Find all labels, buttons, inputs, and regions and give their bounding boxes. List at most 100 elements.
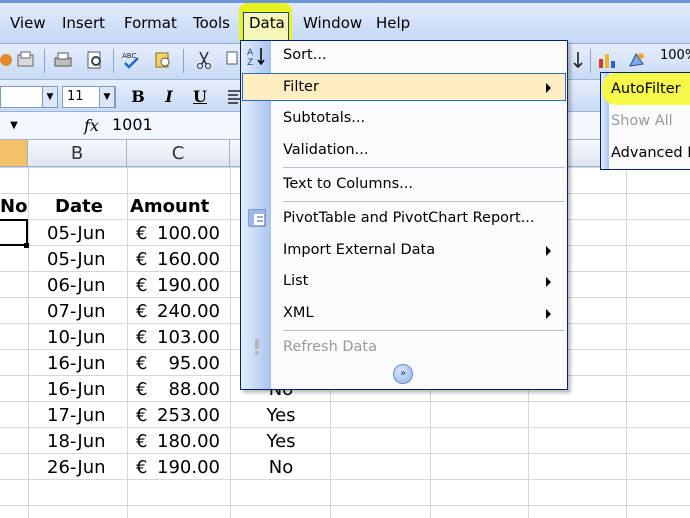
cell-amount[interactable]: 240.00: [148, 299, 220, 325]
sort-icon: AZ: [247, 48, 265, 67]
menu-separator: [283, 330, 565, 331]
submenu-item-advanced-filter[interactable]: Advanced Fi: [611, 145, 690, 161]
header-amount[interactable]: Amount: [130, 194, 209, 220]
cell-date[interactable]: 10-Jun: [47, 325, 106, 351]
spelling-icon[interactable]: ABC: [121, 50, 141, 70]
menu-item-import-external-data[interactable]: Import External Data: [283, 242, 435, 258]
cell-currency[interactable]: €: [136, 247, 147, 273]
toolbar-separator: [113, 49, 114, 73]
cell-date[interactable]: 18-Jun: [47, 429, 106, 455]
italic-button[interactable]: I: [157, 85, 181, 109]
zoom-box[interactable]: 100%: [660, 48, 690, 63]
cell-flag[interactable]: Yes: [232, 429, 330, 455]
cell-currency[interactable]: €: [136, 429, 147, 455]
menu-item-sort[interactable]: Sort...: [283, 47, 327, 63]
cell-currency[interactable]: €: [136, 403, 147, 429]
cell-amount[interactable]: 100.00: [148, 221, 220, 247]
bold-button[interactable]: B: [126, 85, 150, 109]
email-icon[interactable]: [16, 50, 36, 70]
cell-date[interactable]: 05-Jun: [47, 247, 106, 273]
sort-descending-icon[interactable]: [568, 50, 588, 70]
grid-row-line: [0, 505, 690, 506]
menu-help[interactable]: Help: [376, 14, 410, 32]
column-header-c[interactable]: C: [127, 140, 230, 167]
xml-submenu-arrow-icon: [546, 309, 551, 319]
menu-item-subtotals[interactable]: Subtotals...: [283, 110, 365, 126]
insert-function-button[interactable]: fx: [84, 116, 99, 135]
underline-button[interactable]: U: [188, 85, 212, 109]
svg-text:ABC: ABC: [122, 52, 136, 60]
svg-text:Z: Z: [247, 58, 253, 67]
chart-wizard-icon[interactable]: [597, 50, 617, 70]
toolbar-separator: [590, 49, 591, 73]
menu-separator: [283, 201, 565, 202]
cell-flag[interactable]: No: [232, 455, 330, 481]
drawing-icon[interactable]: [627, 50, 647, 70]
cell-amount[interactable]: 160.00: [148, 247, 220, 273]
expand-menu-chevron-icon[interactable]: »: [393, 364, 413, 384]
cell-amount[interactable]: 88.00: [148, 377, 220, 403]
cell-amount[interactable]: 180.00: [148, 429, 220, 455]
cell-date[interactable]: 17-Jun: [47, 403, 106, 429]
formula-input[interactable]: 1001: [112, 115, 153, 134]
menu-data[interactable]: Data: [249, 14, 285, 32]
header-no[interactable]: No: [0, 194, 27, 220]
cell-amount[interactable]: 253.00: [148, 403, 220, 429]
menu-insert[interactable]: Insert: [62, 14, 105, 32]
cell-flag[interactable]: Yes: [232, 403, 330, 429]
cell-amount[interactable]: 103.00: [148, 325, 220, 351]
cut-icon[interactable]: [194, 50, 214, 70]
grid-column-line: [28, 167, 29, 518]
pivottable-icon: [248, 209, 266, 227]
cell-currency[interactable]: €: [136, 273, 147, 299]
column-header-b[interactable]: B: [28, 140, 127, 167]
cell-amount[interactable]: 190.00: [148, 455, 220, 481]
fill-handle[interactable]: [24, 243, 29, 248]
cell-amount[interactable]: 95.00: [148, 351, 220, 377]
cell-currency[interactable]: €: [136, 377, 147, 403]
menu-item-text-to-columns[interactable]: Text to Columns...: [283, 176, 413, 192]
menu-item-pivottable[interactable]: PivotTable and PivotChart Report...: [283, 210, 535, 226]
submenu-item-show-all: Show All: [611, 113, 673, 129]
menu-tools[interactable]: Tools: [193, 14, 230, 32]
import-submenu-arrow-icon: [546, 246, 551, 256]
grid-column-line: [127, 167, 128, 518]
cell-amount[interactable]: 190.00: [148, 273, 220, 299]
menu-format[interactable]: Format: [124, 14, 177, 32]
header-date[interactable]: Date: [55, 194, 103, 220]
cell-currency[interactable]: €: [136, 325, 147, 351]
menu-view[interactable]: View: [10, 14, 46, 32]
menu-window[interactable]: Window: [303, 14, 362, 32]
cell-date[interactable]: 26-Jun: [47, 455, 106, 481]
toolbar-separator: [44, 49, 45, 73]
cell-currency[interactable]: €: [136, 221, 147, 247]
menu-item-xml[interactable]: XML: [283, 305, 314, 321]
font-name-dropdown-icon[interactable]: ▼: [42, 86, 58, 108]
name-box-dropdown-icon[interactable]: ▼: [0, 114, 28, 138]
cell-currency[interactable]: €: [136, 455, 147, 481]
toolbar-separator: [183, 49, 184, 73]
active-cell-border: [0, 219, 28, 246]
menu-item-filter[interactable]: Filter: [283, 79, 319, 95]
cell-currency[interactable]: €: [136, 299, 147, 325]
menu-item-validation[interactable]: Validation...: [283, 142, 368, 158]
research-icon[interactable]: [153, 50, 173, 70]
grid-column-line: [230, 167, 231, 518]
cell-date[interactable]: 05-Jun: [47, 221, 106, 247]
svg-text:A: A: [247, 48, 254, 58]
cell-currency[interactable]: €: [136, 351, 147, 377]
cell-date[interactable]: 07-Jun: [47, 299, 106, 325]
menu-item-refresh-data: Refresh Data: [283, 339, 377, 355]
cell-date[interactable]: 16-Jun: [47, 377, 106, 403]
print-preview-icon[interactable]: [85, 50, 105, 70]
menu-item-list[interactable]: List: [283, 273, 308, 289]
list-submenu-arrow-icon: [546, 277, 551, 287]
menu-separator: [283, 167, 565, 168]
grid-column-line: [626, 167, 627, 518]
cell-date[interactable]: 16-Jun: [47, 351, 106, 377]
cell-date[interactable]: 06-Jun: [47, 273, 106, 299]
font-size-dropdown-icon[interactable]: ▼: [99, 86, 115, 108]
submenu-item-autofilter[interactable]: AutoFilter: [611, 81, 681, 97]
column-header-a[interactable]: [0, 140, 28, 167]
print-icon[interactable]: [53, 50, 73, 70]
